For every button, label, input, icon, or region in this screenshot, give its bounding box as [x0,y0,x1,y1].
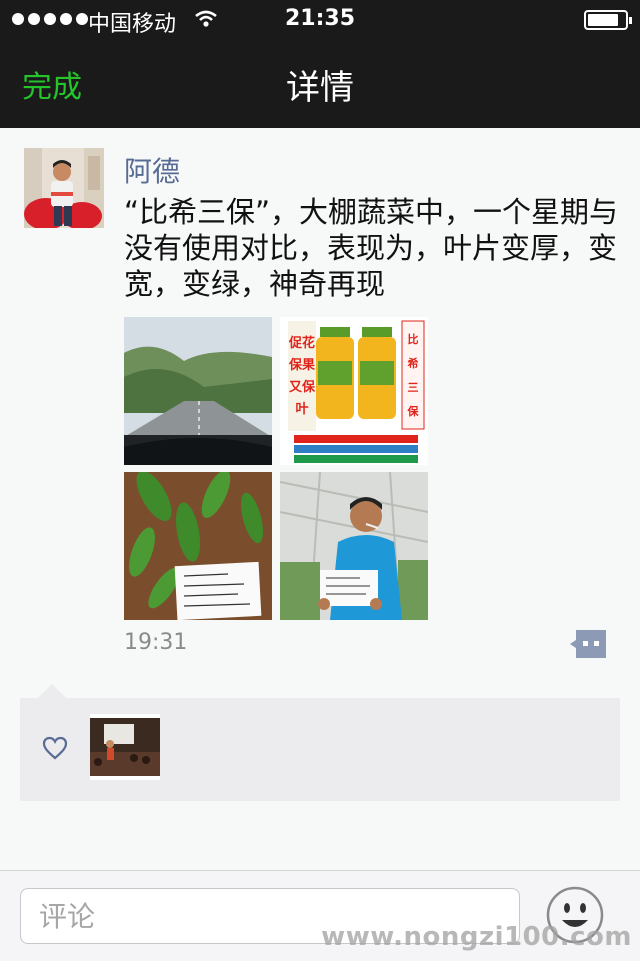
svg-text:又保: 又保 [288,379,316,395]
svg-text:希: 希 [407,356,419,370]
status-bar: 中国移动 21:35 [0,0,640,40]
liker-avatar[interactable] [90,714,160,780]
svg-text:叶: 叶 [295,402,308,417]
post-timestamp: 19:31 [124,630,188,655]
battery-icon [584,10,632,30]
svg-text:保: 保 [407,404,420,418]
svg-text:保果: 保果 [288,357,315,373]
post-text: “比希三保”，大棚蔬菜中，一个星期与没有使用对比，表现为，叶片变厚，变宽，变绿，… [124,195,619,301]
navigation-bar: 完成 详情 [0,40,640,128]
page-title: 详情 [286,68,354,108]
post-photo-highway[interactable] [124,317,272,465]
post-photo-product[interactable]: 促花 保果 又保 叶 比 希 三 保 [280,317,428,465]
post-photo-seedlings[interactable] [124,472,272,620]
svg-text:促花: 促花 [288,335,315,351]
heart-icon [42,736,68,760]
site-watermark: www.nongzi100.com [321,922,632,952]
username-link[interactable]: 阿德 [124,150,180,190]
post-photo-farmer[interactable] [280,472,428,620]
likes-pointer [38,684,66,698]
svg-text:三: 三 [408,381,419,394]
user-avatar[interactable] [24,148,104,228]
comment-bubble-icon[interactable] [570,630,606,658]
status-time: 21:35 [284,6,356,31]
svg-text:比: 比 [408,332,419,346]
